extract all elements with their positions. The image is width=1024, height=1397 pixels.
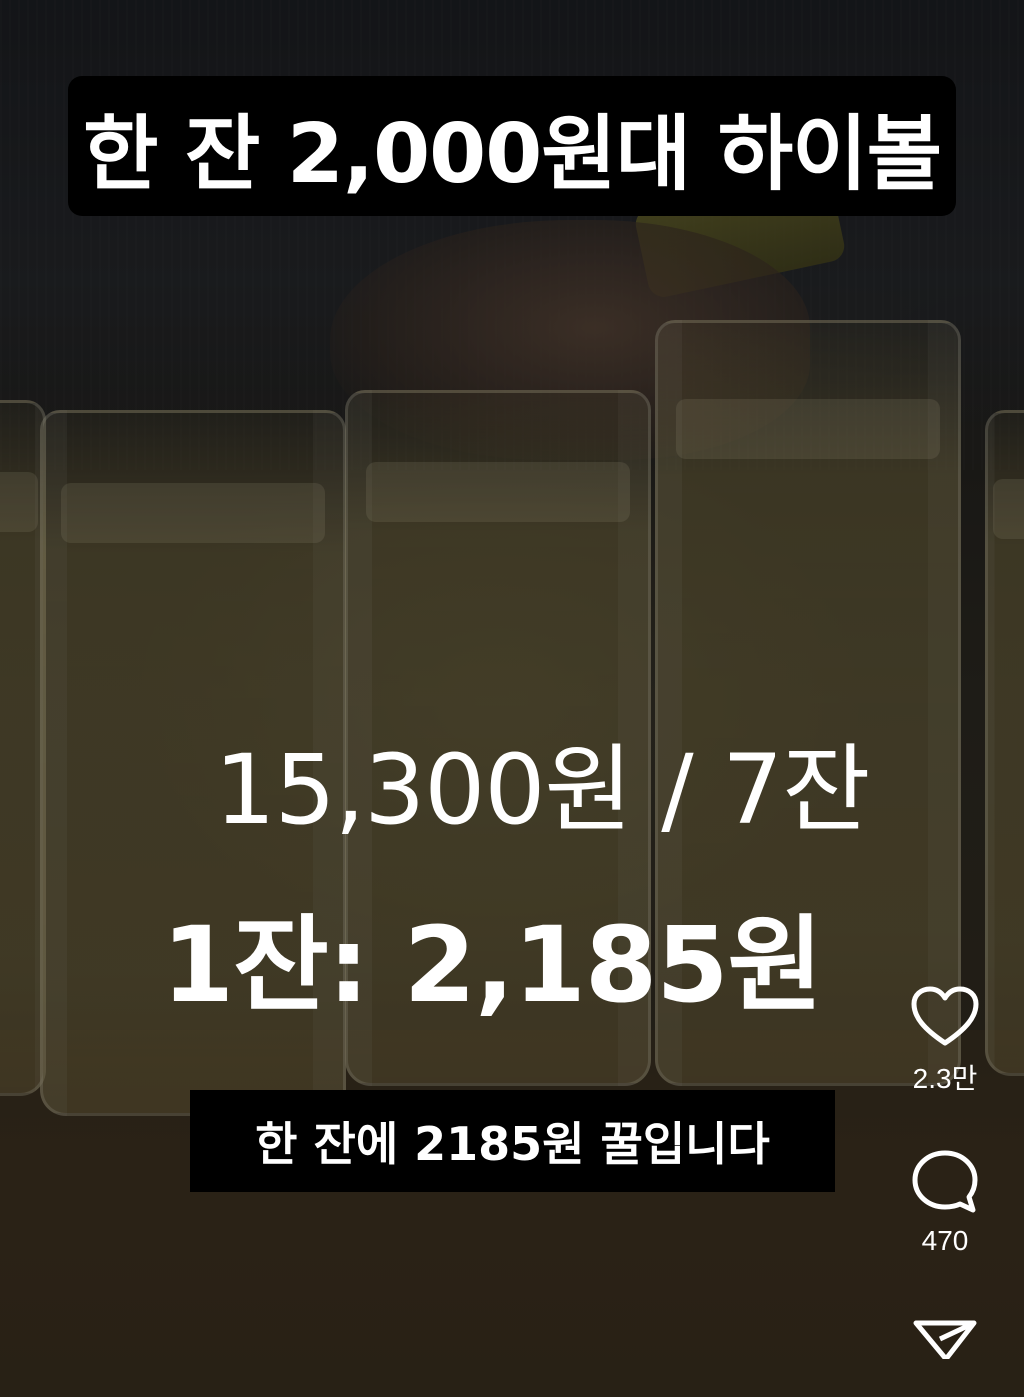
like-button[interactable]: 2.3만	[910, 985, 980, 1097]
share-button[interactable]	[910, 1319, 980, 1359]
video-title: 한 잔 2,000원대 하이볼	[82, 106, 942, 202]
comment-count: 470	[921, 1225, 969, 1256]
like-count: 2.3만	[912, 1063, 978, 1094]
comment-bubble-icon[interactable]	[909, 1147, 981, 1217]
reel-video[interactable]: 한 잔 2,000원대 하이볼 15,300원 / 7잔 1잔: 2,185원 …	[0, 0, 1024, 1397]
per-glass-price-text: 1잔: 2,185원	[161, 904, 823, 1026]
send-icon[interactable]	[910, 1319, 980, 1359]
comment-button[interactable]: 470	[909, 1147, 981, 1257]
caption-text: 한 잔에 2185원 꿀입니다	[255, 1117, 770, 1171]
title-banner: 한 잔 2,000원대 하이볼	[68, 76, 956, 216]
action-rail: 2.3만 470	[900, 985, 990, 1359]
subtitle-caption: 한 잔에 2185원 꿀입니다	[190, 1090, 835, 1192]
total-price-text: 15,300원 / 7잔	[214, 734, 871, 846]
heart-icon[interactable]	[910, 985, 980, 1049]
